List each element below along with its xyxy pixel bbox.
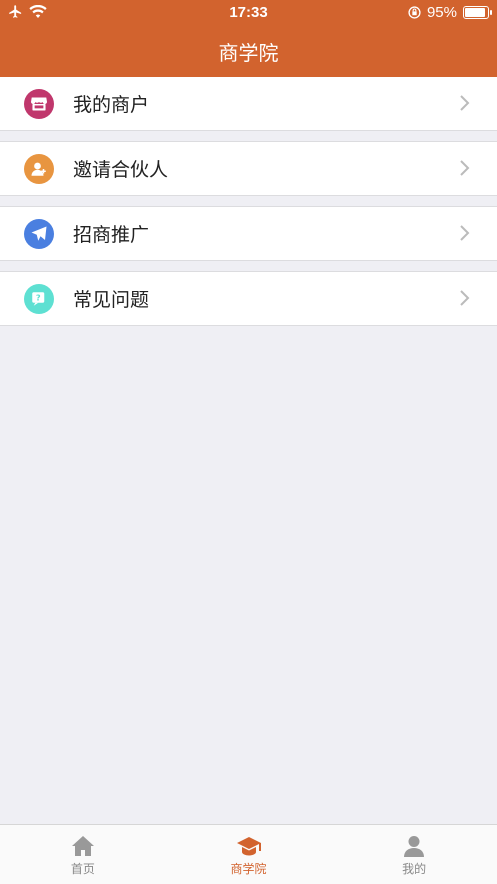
battery-icon (463, 6, 492, 19)
tab-label: 首页 (70, 862, 95, 876)
menu-item-label: 常见问题 (73, 289, 150, 311)
menu-list: 我的商户 邀请合伙人 招商推广 ? 常见问题 (0, 77, 497, 326)
status-bar: 17:33 95% (0, 0, 497, 26)
status-right: 95% (408, 4, 492, 21)
menu-item-promotion[interactable]: 招商推广 (0, 206, 497, 261)
orientation-lock-icon (408, 6, 421, 19)
menu-item-invite-partner[interactable]: 邀请合伙人 (0, 141, 497, 196)
menu-item-label: 邀请合伙人 (73, 159, 169, 181)
battery-percent: 95% (426, 4, 457, 21)
page-title: 商学院 (218, 41, 279, 65)
menu-item-faq[interactable]: ? 常见问题 (0, 271, 497, 326)
home-icon (71, 836, 94, 856)
graduation-cap-icon (236, 837, 261, 856)
menu-item-label: 我的商户 (73, 94, 150, 116)
tab-bar: 首页 商学院 我的 (0, 824, 497, 884)
chevron-right-icon (460, 225, 470, 241)
chevron-right-icon (460, 95, 470, 111)
chevron-right-icon (460, 160, 470, 176)
tab-home[interactable]: 首页 (0, 825, 166, 884)
paper-plane-icon (24, 218, 54, 249)
menu-item-label: 招商推广 (73, 224, 150, 246)
chevron-right-icon (460, 290, 470, 306)
tab-business-school[interactable]: 商学院 (166, 825, 332, 884)
svg-text:?: ? (36, 292, 41, 302)
faq-icon: ? (24, 283, 54, 314)
menu-item-my-merchants[interactable]: 我的商户 (0, 77, 497, 131)
invite-partner-icon (24, 153, 54, 184)
user-icon (404, 836, 425, 857)
tab-label: 我的 (402, 862, 427, 876)
store-icon (24, 88, 54, 119)
tab-mine[interactable]: 我的 (331, 825, 497, 884)
tab-label: 商学院 (230, 862, 267, 876)
navbar: 商学院 (0, 26, 497, 77)
